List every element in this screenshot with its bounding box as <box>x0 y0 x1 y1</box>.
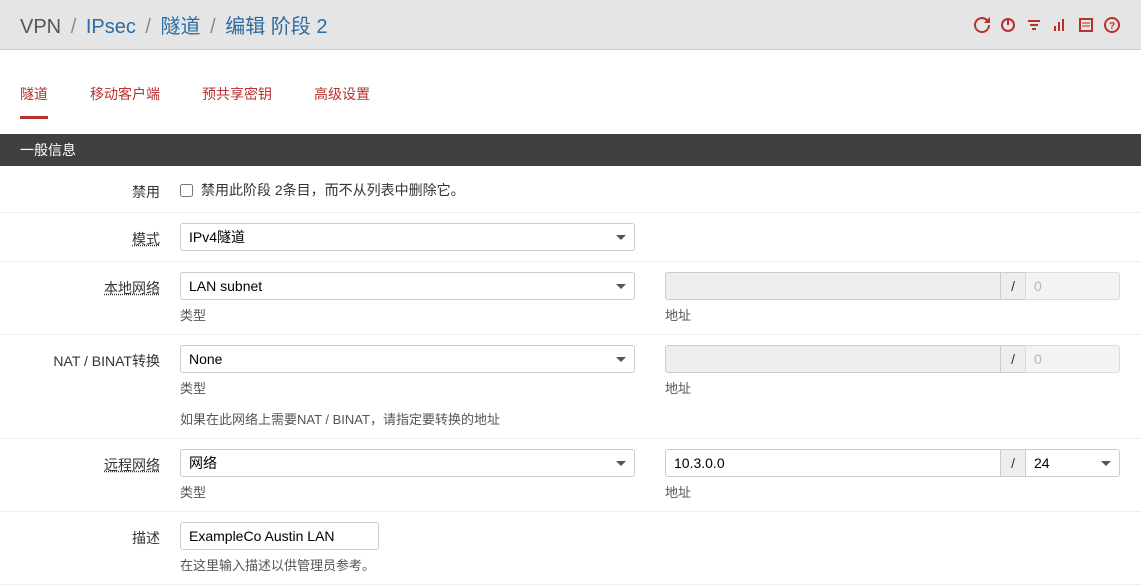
svg-text:?: ? <box>1109 21 1115 32</box>
slash: / <box>1001 345 1025 373</box>
nat-type-select[interactable]: None <box>180 345 635 373</box>
row-mode: 模式 IPv4隧道 <box>0 213 1141 262</box>
breadcrumb-vpn: VPN <box>20 16 61 38</box>
remote-type-sub: 类型 <box>180 482 635 501</box>
power-icon[interactable] <box>999 16 1017 34</box>
tab-psk[interactable]: 预共享密钥 <box>202 72 272 119</box>
local-addr-input <box>665 272 1001 300</box>
remote-type-select[interactable]: 网络 <box>180 449 635 477</box>
breadcrumb-ipsec[interactable]: IPsec <box>86 16 136 38</box>
log-icon[interactable] <box>1077 16 1095 34</box>
row-local-network: 本地网络 LAN subnet 类型 / 0 地址 <box>0 262 1141 335</box>
label-description: 描述 <box>20 522 180 548</box>
refresh-icon[interactable] <box>973 16 991 34</box>
slash: / <box>1001 272 1025 300</box>
slash: / <box>1001 449 1025 477</box>
tabs: 隧道 移动客户端 预共享密钥 高级设置 <box>0 72 1141 119</box>
local-addr-sub: 地址 <box>665 305 1120 324</box>
remote-cidr-select[interactable]: 24 <box>1025 449 1120 477</box>
remote-addr-input[interactable] <box>665 449 1001 477</box>
breadcrumb-sep: / <box>71 16 77 38</box>
description-input[interactable] <box>180 522 379 550</box>
label-local-network: 本地网络 <box>20 272 180 298</box>
nat-type-sub: 类型 <box>180 378 635 397</box>
breadcrumb-tunnels[interactable]: 隧道 <box>161 16 201 38</box>
breadcrumb-sep: / <box>210 16 216 38</box>
disabled-text: 禁用此阶段 2条目，而不从列表中删除它。 <box>201 180 465 200</box>
label-nat-binat: NAT / BINAT转换 <box>20 345 180 371</box>
tab-tunnels[interactable]: 隧道 <box>20 72 48 119</box>
tab-mobile[interactable]: 移动客户端 <box>90 72 160 119</box>
local-type-select[interactable]: LAN subnet <box>180 272 635 300</box>
local-cidr-select: 0 <box>1025 272 1120 300</box>
nat-help: 如果在此网络上需要NAT / BINAT，请指定要转换的地址 <box>180 409 635 428</box>
disabled-checkbox[interactable] <box>180 184 193 197</box>
breadcrumb: VPN / IPsec / 隧道 / 编辑 阶段 2 <box>20 10 327 39</box>
description-help: 在这里输入描述以供管理员参考。 <box>180 555 379 574</box>
local-type-sub: 类型 <box>180 305 635 324</box>
row-remote-network: 远程网络 网络 类型 / 24 地址 <box>0 439 1141 512</box>
nat-addr-sub: 地址 <box>665 378 1120 397</box>
section-general-info: 一般信息 <box>0 134 1141 166</box>
label-mode: 模式 <box>20 223 180 249</box>
breadcrumb-edit[interactable]: 编辑 阶段 2 <box>225 16 327 38</box>
row-description: 描述 在这里输入描述以供管理员参考。 <box>0 512 1141 585</box>
chart-icon[interactable] <box>1051 16 1069 34</box>
nat-cidr-select: 0 <box>1025 345 1120 373</box>
row-disabled: 禁用 禁用此阶段 2条目，而不从列表中删除它。 <box>0 166 1141 213</box>
page-header: VPN / IPsec / 隧道 / 编辑 阶段 2 ? <box>0 0 1141 50</box>
label-remote-network: 远程网络 <box>20 449 180 475</box>
mode-select[interactable]: IPv4隧道 <box>180 223 635 251</box>
breadcrumb-sep: / <box>145 16 151 38</box>
filter-icon[interactable] <box>1025 16 1043 34</box>
header-icons: ? <box>973 16 1121 34</box>
row-nat-binat: NAT / BINAT转换 None 类型 如果在此网络上需要NAT / BIN… <box>0 335 1141 439</box>
tab-advanced[interactable]: 高级设置 <box>314 72 370 119</box>
remote-addr-sub: 地址 <box>665 482 1120 501</box>
label-disabled: 禁用 <box>20 176 180 202</box>
nat-addr-input <box>665 345 1001 373</box>
content: 一般信息 禁用 禁用此阶段 2条目，而不从列表中删除它。 模式 IPv4隧道 本… <box>0 134 1141 585</box>
help-icon[interactable]: ? <box>1103 16 1121 34</box>
